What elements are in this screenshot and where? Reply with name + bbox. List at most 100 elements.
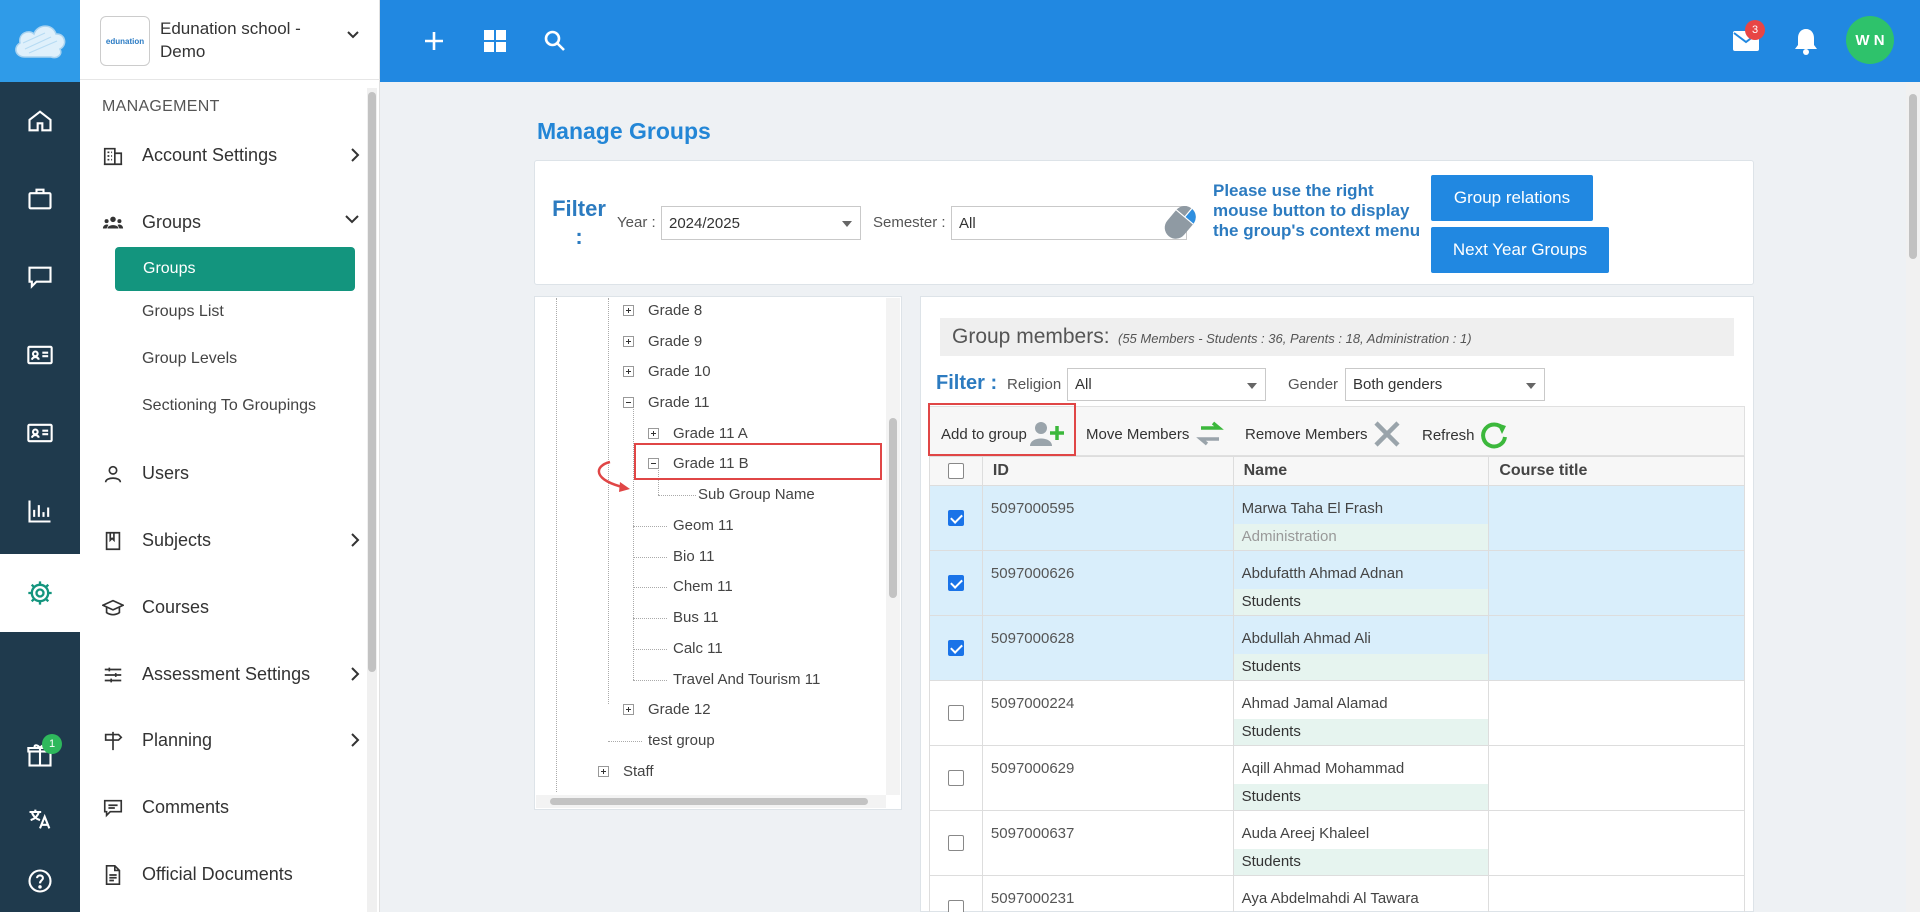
next-year-groups-button[interactable]: Next Year Groups bbox=[1431, 227, 1609, 273]
move-members-button[interactable]: Move Members bbox=[1086, 420, 1227, 448]
sidebar-item-label: Account Settings bbox=[142, 144, 278, 165]
sidebar-subitem-groups[interactable]: Groups bbox=[115, 247, 355, 291]
gear-icon[interactable] bbox=[0, 554, 80, 632]
name-column-header[interactable]: Name bbox=[1232, 456, 1490, 486]
member-name: Aya Abdelmahdi Al Tawara bbox=[1241, 890, 1419, 907]
tree-node-travel-tourism-11[interactable]: Travel And Tourism 11 bbox=[673, 671, 820, 688]
row-checkbox[interactable] bbox=[947, 640, 964, 656]
bell-icon[interactable] bbox=[1791, 26, 1821, 56]
member-type: Students bbox=[1233, 719, 1489, 745]
table-row[interactable]: 5097000224 Ahmad Jamal Alamad Students bbox=[929, 680, 1745, 746]
year-select[interactable]: 2024/2025 bbox=[661, 206, 861, 240]
id-card-icon[interactable] bbox=[0, 316, 80, 394]
member-id: 5097000231 bbox=[990, 890, 1075, 907]
sidebar-item-groups[interactable]: Groups bbox=[80, 202, 380, 242]
avatar[interactable]: W N bbox=[1846, 16, 1894, 64]
tree-node-test-group[interactable]: test group bbox=[648, 732, 715, 749]
sidebar-item-courses[interactable]: Courses bbox=[80, 587, 380, 627]
search-icon[interactable] bbox=[540, 26, 570, 56]
member-type: Students bbox=[1233, 849, 1489, 875]
sidebar-item-subjects[interactable]: Subjects bbox=[80, 520, 380, 560]
main-scrollbar[interactable] bbox=[1906, 82, 1920, 912]
tree-node-grade-11-a[interactable]: Grade 11 A bbox=[673, 425, 748, 442]
chat-icon[interactable] bbox=[0, 238, 80, 316]
home-icon[interactable] bbox=[0, 82, 80, 160]
chevron-down-icon[interactable] bbox=[346, 30, 360, 40]
tree-node-bio-11[interactable]: Bio 11 bbox=[673, 548, 714, 565]
profile-card-icon[interactable] bbox=[0, 394, 80, 472]
expand-icon[interactable] bbox=[623, 305, 634, 316]
member-id: 5097000628 bbox=[990, 630, 1075, 647]
sidebar-subitem-sectioning[interactable]: Sectioning To Groupings bbox=[142, 397, 316, 415]
chevron-down-icon bbox=[345, 215, 359, 224]
sidebar-item-users[interactable]: Users bbox=[80, 453, 380, 493]
tree-node-calc-11[interactable]: Calc 11 bbox=[673, 640, 723, 657]
religion-select[interactable]: All bbox=[1067, 368, 1266, 401]
tree-horizontal-scrollbar[interactable] bbox=[536, 795, 886, 808]
row-checkbox[interactable] bbox=[947, 705, 964, 721]
sidebar-item-official-documents[interactable]: Official Documents bbox=[80, 854, 380, 894]
collapse-icon[interactable] bbox=[623, 397, 634, 408]
row-checkbox[interactable] bbox=[947, 900, 964, 912]
tree-node-sub-group[interactable]: Sub Group Name bbox=[698, 486, 815, 503]
expand-icon[interactable] bbox=[598, 766, 609, 777]
app-logo[interactable] bbox=[0, 0, 80, 82]
tree-node-grade-11[interactable]: Grade 11 bbox=[648, 394, 709, 411]
table-header-row: ID Name Course title bbox=[929, 456, 1745, 486]
tree-node-geom-11[interactable]: Geom 11 bbox=[673, 517, 734, 534]
group-relations-button[interactable]: Group relations bbox=[1431, 175, 1593, 221]
table-row[interactable]: 5097000628 Abdullah Ahmad Ali Students bbox=[929, 615, 1745, 681]
sidebar-item-label: Courses bbox=[142, 596, 210, 617]
id-column-header[interactable]: ID bbox=[981, 456, 1234, 486]
table-row[interactable]: 5097000626 Abdufatth Ahmad Adnan Students bbox=[929, 550, 1745, 616]
select-all-checkbox[interactable] bbox=[947, 463, 964, 479]
comment-icon bbox=[103, 799, 123, 818]
sidebar-item-account-settings[interactable]: Account Settings bbox=[80, 135, 380, 175]
row-checkbox[interactable] bbox=[947, 835, 964, 851]
sidebar-item-label: Assessment Settings bbox=[142, 663, 311, 684]
grid-icon[interactable] bbox=[480, 26, 510, 56]
row-checkbox[interactable] bbox=[947, 770, 964, 786]
top-bar bbox=[380, 0, 1920, 82]
member-type: Administration bbox=[1233, 524, 1489, 550]
gender-select[interactable]: Both genders bbox=[1345, 368, 1545, 401]
tree-node-chem-11[interactable]: Chem 11 bbox=[673, 578, 733, 595]
sidebar-subitem-group-levels[interactable]: Group Levels bbox=[142, 350, 237, 368]
table-row[interactable]: 5097000595 Marwa Taha El Frash Administra… bbox=[929, 485, 1745, 551]
sidebar-item-assessment-settings[interactable]: Assessment Settings bbox=[80, 654, 380, 694]
tree-vertical-scrollbar[interactable] bbox=[886, 298, 900, 795]
row-checkbox[interactable] bbox=[947, 510, 964, 526]
sidebar-scrollbar[interactable] bbox=[367, 88, 377, 912]
remove-members-button[interactable]: Remove Members bbox=[1245, 420, 1402, 448]
chart-icon[interactable] bbox=[0, 472, 80, 550]
tree-node-grade-10[interactable]: Grade 10 bbox=[648, 363, 711, 380]
tree-node-grade-12[interactable]: Grade 12 bbox=[648, 701, 711, 718]
sidebar-item-planning[interactable]: Planning bbox=[80, 720, 380, 760]
tree-node-staff[interactable]: Staff bbox=[623, 763, 654, 780]
table-row[interactable]: 5097000637 Auda Areej Khaleel Students bbox=[929, 810, 1745, 876]
member-id: 5097000637 bbox=[990, 825, 1075, 842]
swap-arrows-icon bbox=[1196, 421, 1225, 446]
select-all-header[interactable] bbox=[929, 456, 983, 486]
expand-icon[interactable] bbox=[623, 366, 634, 377]
course-column-header[interactable]: Course title bbox=[1488, 456, 1745, 486]
row-checkbox[interactable] bbox=[947, 575, 964, 591]
sidebar-subitem-groups-list[interactable]: Groups List bbox=[142, 303, 224, 321]
expand-icon[interactable] bbox=[648, 428, 659, 439]
school-selector[interactable]: edunation Edunation school - Demo bbox=[80, 0, 380, 80]
sidebar-item-comments[interactable]: Comments bbox=[80, 787, 380, 827]
tree-node-bus-11[interactable]: Bus 11 bbox=[673, 609, 719, 626]
expand-icon[interactable] bbox=[623, 336, 634, 347]
table-row[interactable]: 5097000629 Aqill Ahmad Mohammad Students bbox=[929, 745, 1745, 811]
help-icon[interactable] bbox=[0, 842, 80, 912]
semester-select[interactable]: All bbox=[951, 206, 1187, 240]
tree-node-grade-8[interactable]: Grade 8 bbox=[648, 302, 702, 319]
table-row[interactable]: 5097000231 Aya Abdelmahdi Al TawaraStude… bbox=[929, 875, 1745, 912]
member-type: Students bbox=[1233, 784, 1489, 810]
tree-node-grade-9[interactable]: Grade 9 bbox=[648, 333, 702, 350]
briefcase-icon[interactable] bbox=[0, 160, 80, 238]
plus-icon[interactable] bbox=[419, 26, 449, 56]
group-tree-panel bbox=[534, 296, 902, 810]
expand-icon[interactable] bbox=[623, 704, 634, 715]
refresh-button[interactable]: Refresh bbox=[1422, 420, 1509, 450]
